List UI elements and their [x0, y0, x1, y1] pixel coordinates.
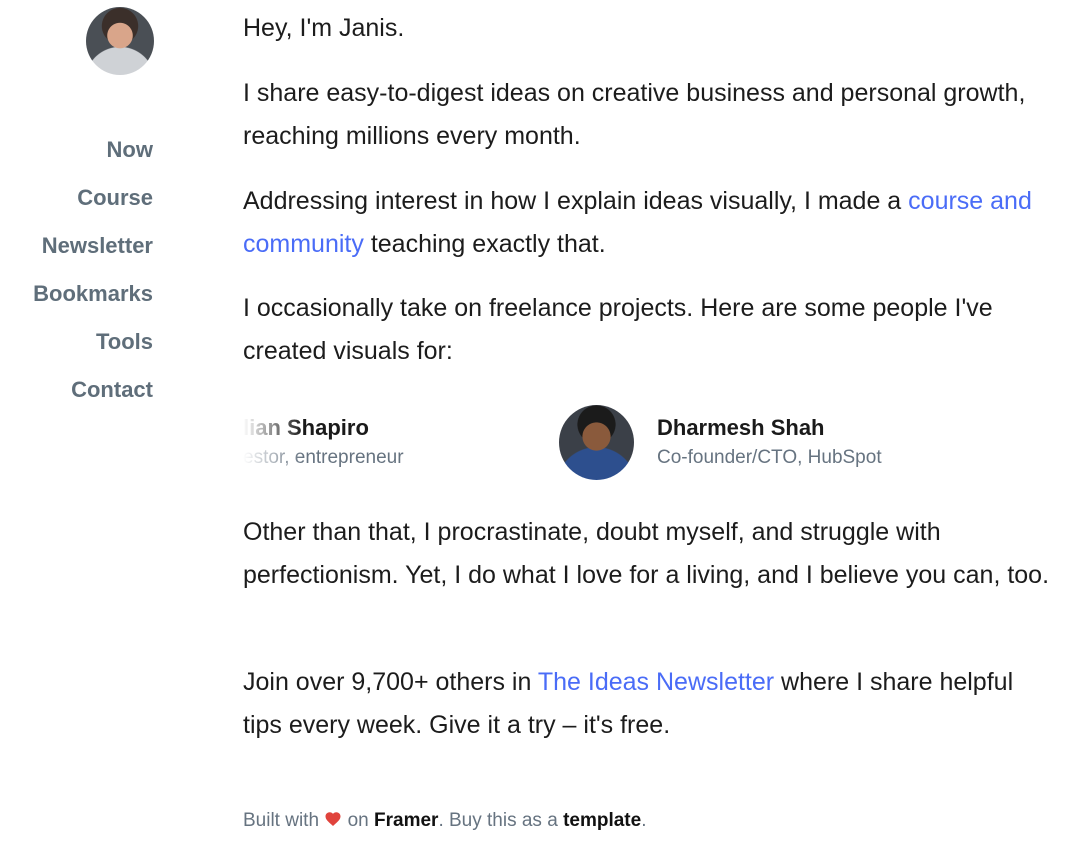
heart-icon-svg [325, 812, 341, 826]
heart-icon-shape [325, 812, 341, 826]
heart-icon [324, 810, 342, 828]
course-text-after: teaching exactly that. [363, 230, 606, 258]
footer-end: . [641, 810, 647, 831]
newsletter-paragraph: Join over 9,700+ others in The Ideas New… [243, 661, 1053, 747]
template-link[interactable]: template [563, 810, 641, 831]
clients-carousel[interactable]: lian Shapiro estor, entrepreneur Dharmes… [243, 398, 1043, 488]
client-photo [559, 405, 634, 480]
client-role: estor, entrepreneur [243, 447, 404, 468]
nav-item-course[interactable]: Course [33, 182, 153, 230]
client-name: Dharmesh Shah [657, 415, 825, 440]
footer-built-with: Built with [243, 810, 320, 831]
client-name: lian Shapiro [243, 415, 369, 440]
footer: Built with on Framer. Buy this as a temp… [243, 808, 646, 832]
share-text: I share easy-to-digest ideas on creative… [243, 79, 1026, 150]
client-role: Co-founder/CTO, HubSpot [657, 447, 882, 468]
ideas-newsletter-link[interactable]: The Ideas Newsletter [538, 668, 774, 696]
freelance-text: I occasionally take on freelance project… [243, 294, 993, 365]
intro-text: Hey, I'm Janis. [243, 14, 405, 42]
course-text-before: Addressing interest in how I explain ide… [243, 187, 909, 215]
footer-buy-text: . Buy this as a [438, 810, 558, 831]
framer-link[interactable]: Framer [374, 810, 438, 831]
nav-item-now[interactable]: Now [33, 134, 153, 182]
join-text-before: Join over 9,700+ others in [243, 668, 538, 696]
footer-on: on [347, 810, 369, 831]
nav-item-tools[interactable]: Tools [33, 326, 153, 374]
nav-item-newsletter[interactable]: Newsletter [33, 230, 153, 278]
course-paragraph: Addressing interest in how I explain ide… [243, 180, 1053, 266]
client-card[interactable]: lian Shapiro estor, entrepreneur [243, 405, 465, 481]
sidebar-nav: Now Course Newsletter Bookmarks Tools Co… [33, 134, 153, 422]
avatar[interactable] [86, 7, 154, 75]
nav-item-contact[interactable]: Contact [33, 374, 153, 422]
client-card[interactable]: Dharmesh Shah Co-founder/CTO, HubSpot [559, 405, 939, 481]
other-text: Other than that, I procrastinate, doubt … [243, 518, 1050, 589]
nav-item-bookmarks[interactable]: Bookmarks [33, 278, 153, 326]
